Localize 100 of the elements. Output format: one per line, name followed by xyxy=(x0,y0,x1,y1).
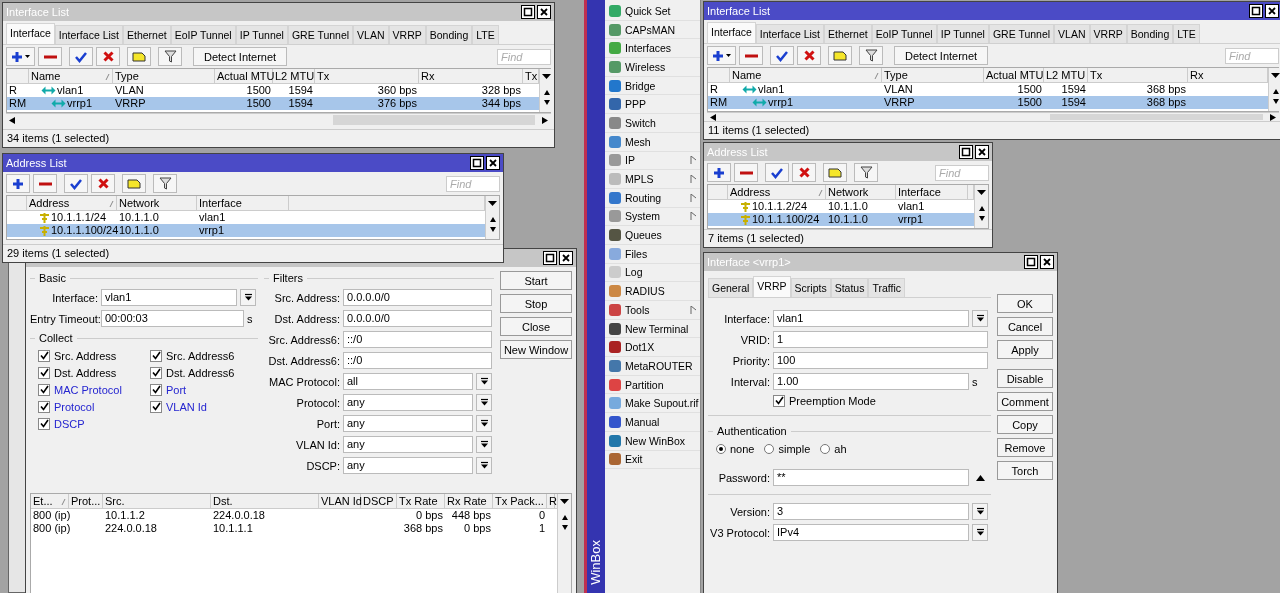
checkbox[interactable] xyxy=(773,394,785,407)
menu-item[interactable]: Partition xyxy=(605,375,700,395)
filter-button[interactable] xyxy=(854,163,878,182)
menu-item[interactable]: New WinBox xyxy=(605,431,700,451)
radio-button[interactable] xyxy=(716,443,726,454)
column-header[interactable]: Prot... xyxy=(71,494,101,509)
text-field[interactable]: 1 xyxy=(773,331,988,348)
dropdown-field[interactable]: vlan1 xyxy=(773,310,969,327)
horizontal-scrollbar[interactable] xyxy=(6,113,551,126)
text-field[interactable]: 00:00:03 xyxy=(101,310,244,327)
menu-item[interactable]: MPLS xyxy=(605,170,700,189)
maximize-button[interactable] xyxy=(959,145,973,159)
menu-item[interactable]: Interfaces xyxy=(605,39,700,59)
menu-item[interactable]: Switch xyxy=(605,114,700,133)
menu-item[interactable]: Bridge xyxy=(605,76,700,96)
text-field[interactable]: ::/0 xyxy=(343,331,492,348)
column-header[interactable]: Name xyxy=(732,68,762,83)
tab[interactable]: Interface xyxy=(6,23,55,44)
checkbox[interactable] xyxy=(150,349,162,362)
menu-item[interactable]: New Terminal xyxy=(605,319,700,339)
dropdown-button[interactable] xyxy=(476,394,492,411)
column-header[interactable]: Tx xyxy=(317,69,330,84)
close-button[interactable] xyxy=(975,145,989,159)
table-row[interactable]: R vlan1 VLAN 1500 1594 368 bps xyxy=(708,83,1268,96)
menu-item[interactable]: RADIUS xyxy=(605,282,700,301)
add-button[interactable] xyxy=(707,163,731,182)
menu-item[interactable]: Routing xyxy=(605,188,700,208)
tab[interactable]: IP Tunnel xyxy=(235,25,288,44)
filter-button[interactable] xyxy=(859,46,883,65)
password-field[interactable]: ** xyxy=(773,469,969,486)
tab[interactable]: LTE xyxy=(1173,24,1200,43)
maximize-button[interactable] xyxy=(1024,255,1038,269)
column-header[interactable]: Rx xyxy=(421,69,435,84)
radio-button[interactable] xyxy=(764,443,775,454)
column-header[interactable]: Name xyxy=(31,69,61,84)
action-button[interactable]: OK xyxy=(997,294,1053,313)
tab[interactable]: GRE Tunnel xyxy=(287,25,354,44)
menu-item[interactable]: MetaROUTER xyxy=(605,357,700,376)
column-header[interactable]: Tx Pack... xyxy=(495,494,544,509)
column-header[interactable]: Address xyxy=(29,196,70,211)
enable-button[interactable] xyxy=(69,47,93,66)
checkbox[interactable] xyxy=(150,383,162,396)
table-row[interactable]: 800 (ip) 10.1.1.2 224.0.0.18 0 bps 448 bps 0 xyxy=(31,509,557,522)
menu-item[interactable]: Tools xyxy=(605,301,700,320)
tab[interactable]: GRE Tunnel xyxy=(988,24,1055,43)
column-header[interactable]: Tx xyxy=(525,69,538,84)
search-field[interactable]: Find xyxy=(446,175,500,192)
table-row[interactable]: 10.1.1.100/24 10.1.1.0 vrrp1 xyxy=(708,213,974,226)
menu-item[interactable]: Log xyxy=(605,263,700,283)
column-header[interactable]: Rx xyxy=(1190,68,1204,83)
checkbox[interactable] xyxy=(150,400,162,413)
tab[interactable]: Interface xyxy=(707,22,756,43)
tab[interactable]: Interface List xyxy=(755,24,824,43)
dropdown-field[interactable]: any xyxy=(343,394,473,411)
tab[interactable]: EoIP Tunnel xyxy=(170,25,236,44)
checkbox[interactable] xyxy=(38,383,50,396)
column-header[interactable]: Address xyxy=(730,185,771,200)
disable-button[interactable] xyxy=(91,174,115,193)
column-header[interactable]: Actual MTU xyxy=(217,69,275,84)
dropdown-button[interactable] xyxy=(476,415,492,432)
action-button[interactable]: Apply xyxy=(997,340,1053,359)
action-button[interactable]: Start xyxy=(500,271,572,290)
vertical-scrollbar[interactable] xyxy=(1268,68,1280,111)
detect-internet-button[interactable]: Detect Internet xyxy=(193,47,288,66)
dropdown-field[interactable]: any xyxy=(343,457,473,474)
vertical-scrollbar[interactable] xyxy=(485,196,499,239)
close-button[interactable] xyxy=(1265,4,1279,18)
maximize-button[interactable] xyxy=(521,5,535,19)
dropdown-field[interactable]: IPv4 xyxy=(773,524,969,541)
tab[interactable]: Status xyxy=(830,278,869,297)
tab[interactable]: Interface List xyxy=(54,25,123,44)
table-row[interactable]: 10.1.1.100/2410.1.1.0 vrrp1 xyxy=(7,224,485,237)
column-header[interactable]: Actual MTU xyxy=(986,68,1044,83)
comment-button[interactable] xyxy=(823,163,847,182)
menu-item[interactable]: Mesh xyxy=(605,132,700,152)
column-header[interactable]: Network xyxy=(119,196,160,211)
text-field[interactable]: 0.0.0.0/0 xyxy=(343,289,492,306)
action-button[interactable]: Stop xyxy=(500,294,572,313)
tab[interactable]: VLAN xyxy=(353,25,389,44)
text-field[interactable]: 0.0.0.0/0 xyxy=(343,310,492,327)
table-row[interactable]: R vlan1 VLAN 1500 1594 360 bps 328 bps xyxy=(7,84,539,97)
action-button[interactable]: Disable xyxy=(997,369,1053,388)
vertical-scrollbar[interactable] xyxy=(557,494,571,593)
menu-item[interactable]: Manual xyxy=(605,413,700,432)
checkbox[interactable] xyxy=(150,366,162,379)
maximize-button[interactable] xyxy=(470,156,484,170)
vertical-scrollbar[interactable] xyxy=(974,185,988,228)
table-row[interactable]: 10.1.1.1/24 10.1.1.0 vlan1 xyxy=(7,211,485,224)
action-button[interactable]: Copy xyxy=(997,415,1053,434)
comment-button[interactable] xyxy=(127,47,151,66)
action-button[interactable]: Torch xyxy=(997,461,1053,480)
tab[interactable]: Ethernet xyxy=(123,25,171,44)
text-field[interactable]: ::/0 xyxy=(343,352,492,369)
table-row[interactable]: RM vrrp1 VRRP 1500 1594 376 bps 344 bps xyxy=(7,97,539,110)
tab[interactable]: General xyxy=(708,278,754,297)
tab[interactable]: LTE xyxy=(472,25,499,44)
tab[interactable]: VLAN xyxy=(1054,24,1090,43)
action-button[interactable]: Cancel xyxy=(997,317,1053,336)
horizontal-scrollbar[interactable] xyxy=(707,112,1279,121)
maximize-button[interactable] xyxy=(1249,4,1263,18)
